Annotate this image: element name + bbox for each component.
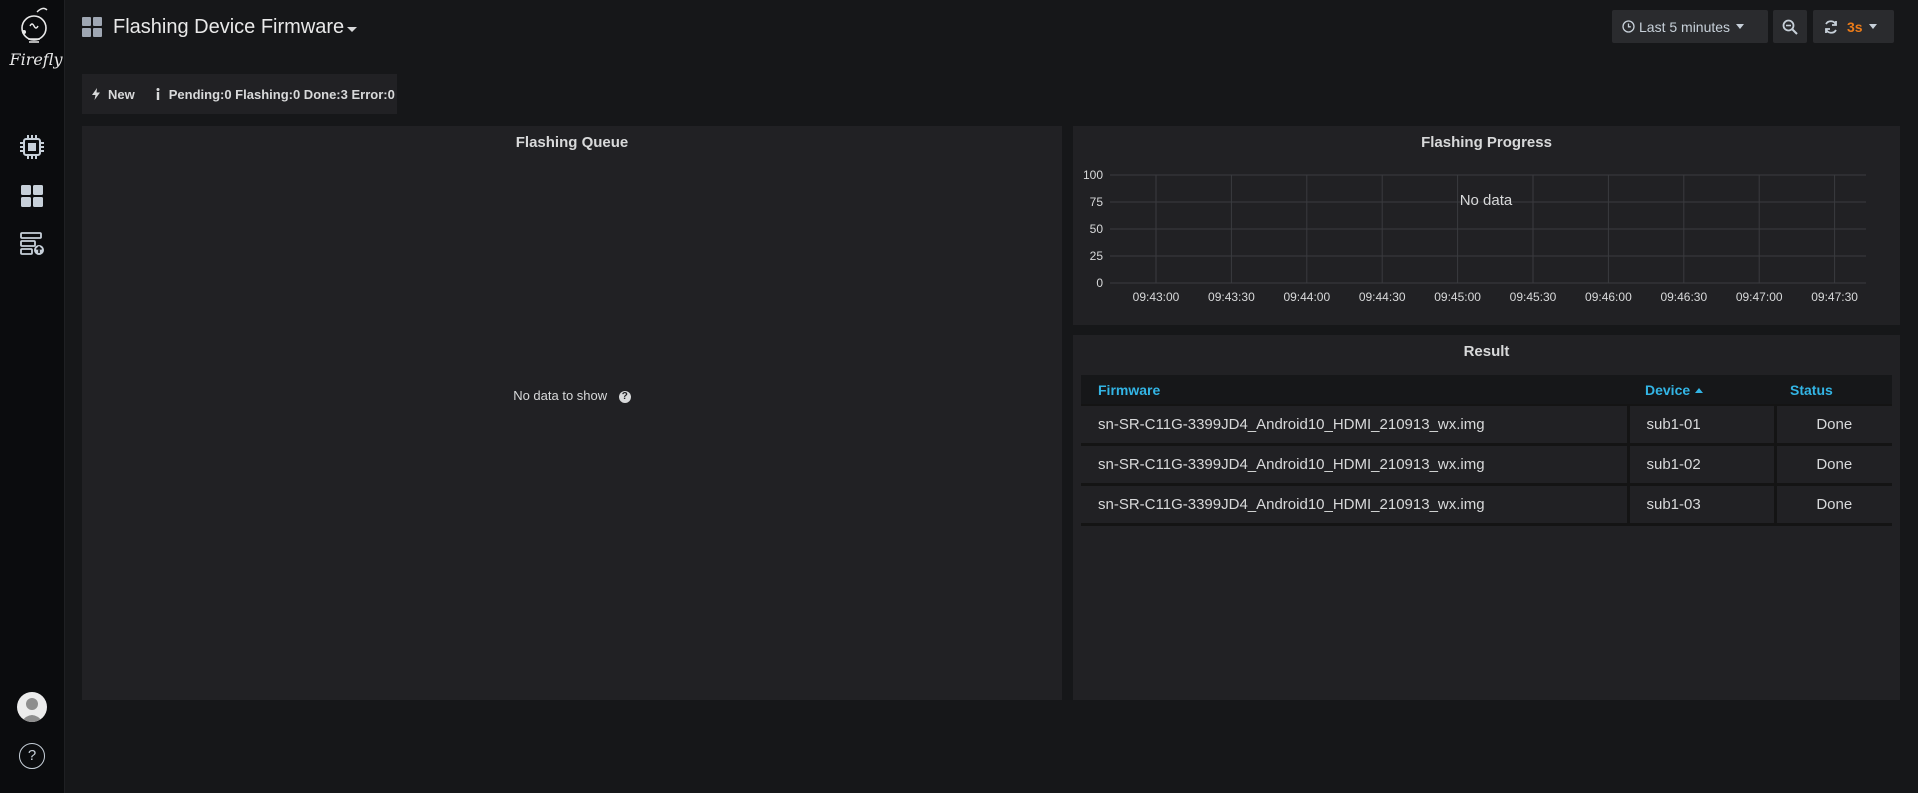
x-tick-label: 09:44:00 xyxy=(1283,290,1330,304)
sort-ascending-icon xyxy=(1695,388,1704,394)
clock-icon xyxy=(1622,20,1635,33)
x-tick-label: 09:44:30 xyxy=(1359,290,1406,304)
empty-state-text: No data to show xyxy=(513,388,608,403)
device-cell: sub1-03 xyxy=(1628,484,1777,526)
status-cell: Done xyxy=(1775,444,1892,486)
refresh-icon xyxy=(1825,19,1837,34)
y-tick-label: 0 xyxy=(1096,276,1103,290)
status-text: Pending:0 Flashing:0 Done:3 Error:0 xyxy=(168,86,395,102)
result-panel: Result Firmware Device Status sn-SR-C11G… xyxy=(1073,335,1900,700)
x-tick-label: 09:47:00 xyxy=(1736,290,1783,304)
x-tick-label: 09:46:00 xyxy=(1585,290,1632,304)
firefly-logo[interactable]: Firefly xyxy=(4,6,63,69)
y-tick-label: 75 xyxy=(1090,195,1104,209)
y-tick-label: 100 xyxy=(1083,168,1103,182)
x-tick-label: 09:47:30 xyxy=(1811,290,1858,304)
column-header-device[interactable]: Device xyxy=(1628,375,1775,406)
no-data-label: No data xyxy=(1460,192,1513,209)
x-tick-label: 09:43:00 xyxy=(1133,290,1180,304)
submenu-bar: New Pending:0 Flashing:0 Done:3 Error:0 xyxy=(82,74,397,114)
table-row: sn-SR-C11G-3399JD4_Android10_HDMI_210913… xyxy=(1081,444,1892,486)
x-tick-label: 09:46:30 xyxy=(1660,290,1707,304)
flashing-queue-panel: Flashing Queue No data to show ? xyxy=(82,126,1062,700)
x-tick-label: 09:45:30 xyxy=(1510,290,1557,304)
table-row: sn-SR-C11G-3399JD4_Android10_HDMI_210913… xyxy=(1081,405,1892,446)
avatar[interactable] xyxy=(17,692,47,722)
flashing-progress-panel: Flashing Progress 0 25 50 75 100 09:43:00 09:4… xyxy=(1073,126,1900,325)
chevron-down-icon[interactable] xyxy=(347,27,357,32)
y-tick-label: 50 xyxy=(1090,222,1104,236)
refresh-picker[interactable]: 3s xyxy=(1813,10,1894,43)
empty-state: No data to show ? xyxy=(82,388,1062,403)
column-label: Device xyxy=(1645,381,1691,398)
firmware-cell: sn-SR-C11G-3399JD4_Android10_HDMI_210913… xyxy=(1081,484,1630,526)
firefly-bulb-icon xyxy=(21,7,48,43)
device-cell: sub1-01 xyxy=(1628,405,1777,446)
help-icon[interactable]: ? xyxy=(19,743,45,769)
zoom-out-button[interactable] xyxy=(1773,10,1807,43)
column-label: Firmware xyxy=(1098,381,1161,398)
panel-title[interactable]: Result xyxy=(1073,343,1900,360)
result-table: Firmware Device Status sn-SR-C11G-3399JD… xyxy=(1081,375,1892,526)
dashboard-title[interactable]: Flashing Device Firmware xyxy=(113,16,344,39)
status-cell: Done xyxy=(1775,484,1892,526)
column-header-firmware[interactable]: Firmware xyxy=(1081,375,1628,406)
refresh-rate-label: 3s xyxy=(1847,18,1863,35)
status-cell: Done xyxy=(1775,405,1892,446)
status-summary[interactable]: Pending:0 Flashing:0 Done:3 Error:0 xyxy=(145,87,405,102)
zoom-out-icon xyxy=(1782,19,1798,35)
info-icon xyxy=(156,88,160,100)
bolt-icon xyxy=(92,88,100,100)
column-header-status[interactable]: Status xyxy=(1775,375,1892,406)
sidebar: Firefly ? xyxy=(0,0,65,793)
x-tick-label: 09:45:00 xyxy=(1434,290,1481,304)
dashboard-grid-icon xyxy=(82,17,102,37)
y-tick-label: 25 xyxy=(1090,249,1104,263)
chevron-down-icon xyxy=(1868,24,1877,29)
chip-icon[interactable] xyxy=(18,133,46,161)
column-label: Status xyxy=(1790,381,1833,398)
firmware-cell: sn-SR-C11G-3399JD4_Android10_HDMI_210913… xyxy=(1081,444,1630,486)
logo-text: Firefly xyxy=(9,50,63,69)
server-upload-icon[interactable] xyxy=(18,230,46,258)
table-row: sn-SR-C11G-3399JD4_Android10_HDMI_210913… xyxy=(1081,484,1892,526)
question-circle-icon[interactable]: ? xyxy=(618,390,631,403)
time-range-picker[interactable]: Last 5 minutes xyxy=(1612,10,1768,43)
time-range-label: Last 5 minutes xyxy=(1639,18,1731,35)
x-tick-label: 09:43:30 xyxy=(1208,290,1255,304)
table-header-row: Firmware Device Status xyxy=(1081,375,1892,406)
new-label: New xyxy=(108,86,135,102)
progress-chart: 0 25 50 75 100 09:43:00 09:43:30 09:44:00 09:44:… xyxy=(1083,168,1866,304)
firmware-cell: sn-SR-C11G-3399JD4_Android10_HDMI_210913… xyxy=(1081,405,1630,446)
device-cell: sub1-02 xyxy=(1628,444,1777,486)
chevron-down-icon xyxy=(1736,24,1745,29)
panel-title[interactable]: Flashing Queue xyxy=(82,134,1062,151)
dashboards-icon[interactable] xyxy=(18,182,46,210)
new-button[interactable]: New xyxy=(82,87,145,102)
